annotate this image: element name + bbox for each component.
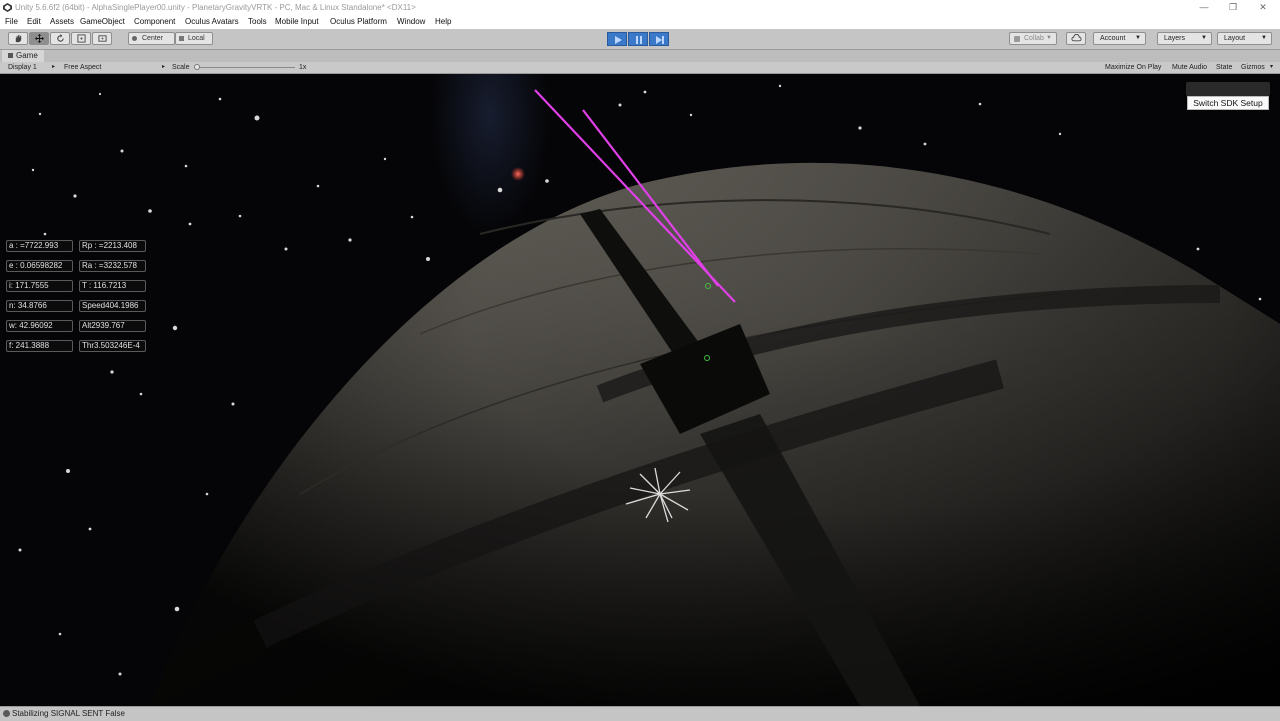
apoapsis-field[interactable]: Ra : =3232.578: [79, 260, 146, 272]
step-icon: [656, 36, 664, 44]
status-message[interactable]: Stabilizing SIGNAL SENT False: [12, 707, 125, 721]
layout-label: Layout: [1224, 35, 1246, 42]
layout-dropdown[interactable]: Layout ▼: [1217, 32, 1272, 45]
chevron-down-icon: ▼: [1046, 35, 1052, 41]
aspect-dropdown[interactable]: Free Aspect: [64, 62, 101, 73]
chevron-down-icon: ▼: [1261, 35, 1267, 41]
menu-edit[interactable]: Edit: [27, 15, 41, 29]
status-bar: Stabilizing SIGNAL SENT False: [0, 706, 1280, 721]
pivot-icon: [132, 36, 137, 41]
cloud-button[interactable]: [1066, 32, 1086, 45]
collab-icon: [1014, 36, 1020, 42]
rotate-icon: [56, 34, 64, 42]
chevron-down-icon: ▸: [162, 64, 166, 70]
menu-mobile-input[interactable]: Mobile Input: [275, 15, 319, 29]
chevron-down-icon: ▼: [1201, 35, 1207, 41]
display-dropdown[interactable]: Display 1: [8, 62, 37, 73]
play-controls: [607, 32, 669, 46]
altitude-field[interactable]: Alt2939.767: [79, 320, 146, 332]
chevron-down-icon: ▸: [52, 64, 56, 70]
info-icon: [3, 710, 10, 717]
sdk-panel-backdrop: [1186, 82, 1270, 96]
rect-tool-button[interactable]: [92, 32, 112, 45]
tab-game-label: Game: [16, 51, 38, 60]
scale-icon: [76, 34, 86, 43]
stats-toggle[interactable]: State: [1216, 62, 1232, 73]
scale-value: 1x: [299, 64, 307, 71]
title-bar: Unity 5.6.6f2 (64bit) - AlphaSinglePlaye…: [0, 0, 1280, 15]
minimize-button[interactable]: —: [1190, 0, 1218, 15]
play-icon: [615, 36, 622, 44]
scale-slider-track[interactable]: [195, 67, 295, 68]
game-view-toolbar: Display 1 ▸ Free Aspect ▸ Scale 1x Maxim…: [0, 62, 1280, 74]
rotate-tool-button[interactable]: [50, 32, 70, 45]
hand-tool-button[interactable]: [8, 32, 28, 45]
tab-game[interactable]: Game: [2, 50, 44, 62]
pivot-mode-toggle[interactable]: Center: [128, 32, 175, 45]
red-star: [511, 167, 525, 181]
menu-tools[interactable]: Tools: [248, 15, 267, 29]
hand-icon: [15, 34, 21, 43]
semi-major-axis-field[interactable]: a : =7722.993: [6, 240, 73, 252]
inclination-field[interactable]: i: 171.7555: [6, 280, 73, 292]
scale-label: Scale: [172, 64, 190, 71]
game-viewport[interactable]: a : =7722.993 Rp : =2213.408 e : 0.06598…: [0, 74, 1280, 706]
menu-file[interactable]: File: [5, 15, 18, 29]
pause-button[interactable]: [628, 32, 648, 46]
menu-oculus-avatars[interactable]: Oculus Avatars: [185, 15, 239, 29]
layers-dropdown[interactable]: Layers ▼: [1157, 32, 1212, 45]
periapsis-field[interactable]: Rp : =2213.408: [79, 240, 146, 252]
local-icon: [179, 36, 184, 41]
panel-menu-icon[interactable]: ▾: [1270, 62, 1273, 73]
menu-assets[interactable]: Assets: [50, 15, 74, 29]
window-title: Unity 5.6.6f2 (64bit) - AlphaSinglePlaye…: [15, 3, 416, 12]
game-tab-bar: Game: [0, 50, 1280, 62]
pivot-rotation-label: Local: [188, 35, 205, 42]
menu-oculus-platform[interactable]: Oculus Platform: [330, 15, 387, 29]
step-button[interactable]: [649, 32, 669, 46]
menu-component[interactable]: Component: [134, 15, 175, 29]
mute-audio-toggle[interactable]: Mute Audio: [1172, 62, 1207, 73]
period-field[interactable]: T : 116.7213: [79, 280, 146, 292]
layers-label: Layers: [1164, 35, 1186, 42]
chevron-down-icon: ▼: [1135, 35, 1141, 41]
gizmos-dropdown[interactable]: Gizmos: [1241, 62, 1265, 73]
menu-bar: File Edit Assets GameObject Component Oc…: [0, 15, 1280, 29]
scale-slider-handle[interactable]: [194, 64, 200, 70]
menu-gameobject[interactable]: GameObject: [80, 15, 125, 29]
pivot-rotation-toggle[interactable]: Local: [175, 32, 213, 45]
scale-tool-button[interactable]: [71, 32, 91, 45]
switch-sdk-setup-button[interactable]: Switch SDK Setup: [1187, 96, 1269, 110]
argument-periapsis-field[interactable]: w: 42.96092: [6, 320, 73, 332]
restore-button[interactable]: ❐: [1219, 0, 1247, 15]
pause-icon: [636, 36, 642, 44]
speed-field[interactable]: Speed404.1986: [79, 300, 146, 312]
account-label: Account: [1100, 35, 1126, 42]
pivot-mode-label: Center: [142, 35, 164, 42]
move-arrows-icon: [34, 34, 44, 43]
space-scene: [0, 74, 1280, 706]
close-button[interactable]: ✕: [1249, 0, 1277, 15]
menu-help[interactable]: Help: [435, 15, 451, 29]
collab-label: Collab: [1024, 35, 1044, 42]
play-button[interactable]: [607, 32, 627, 46]
collab-dropdown[interactable]: Collab ▼: [1009, 32, 1057, 45]
maximize-on-play-toggle[interactable]: Maximize On Play: [1105, 62, 1161, 73]
account-dropdown[interactable]: Account ▼: [1093, 32, 1146, 45]
rect-transform-icon: [97, 35, 107, 42]
main-toolbar: Center Local Collab ▼ Account ▼ Layers ▼…: [0, 29, 1280, 50]
game-controller-icon: [8, 53, 13, 58]
thrust-field[interactable]: Thr3.503246E-4: [79, 340, 146, 352]
true-anomaly-field[interactable]: f: 241.3888: [6, 340, 73, 352]
cloud-icon: [1070, 34, 1082, 42]
eccentricity-field[interactable]: e : 0.06598282: [6, 260, 73, 272]
move-tool-button[interactable]: [29, 32, 49, 45]
menu-window[interactable]: Window: [397, 15, 425, 29]
unity-logo-icon: [3, 3, 12, 12]
node-field[interactable]: n: 34.8766: [6, 300, 73, 312]
